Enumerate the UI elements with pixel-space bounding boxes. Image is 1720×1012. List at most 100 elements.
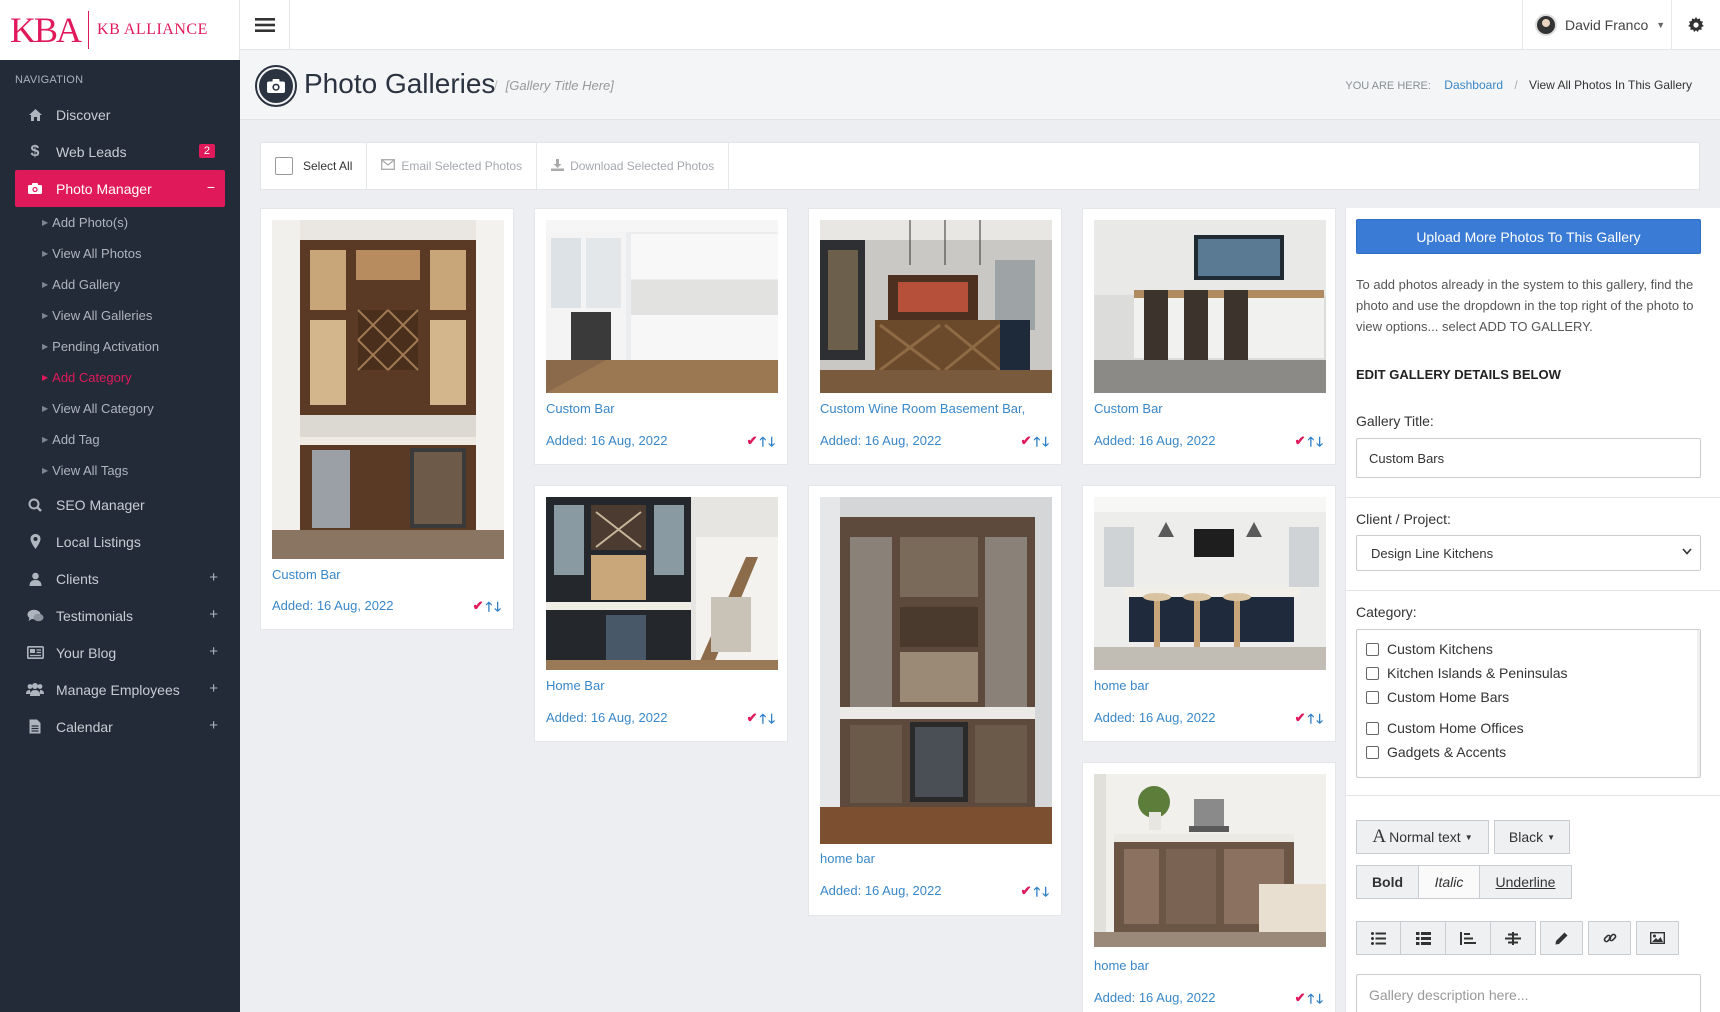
arrow-down-icon[interactable]: 🡓 (1316, 433, 1323, 455)
list-format-group (1356, 921, 1536, 955)
sub-item-pending-activation[interactable]: ▶ Pending Activation (0, 331, 240, 362)
plus-icon[interactable]: + (209, 717, 218, 734)
caret-right-icon: ▶ (42, 342, 49, 351)
sub-item-add-category[interactable]: ▶ Add Category (0, 362, 240, 393)
arrow-up-icon[interactable]: 🡑 (759, 710, 766, 732)
plus-icon[interactable]: + (209, 606, 218, 623)
select-all-checkbox[interactable]: Select All (261, 143, 368, 189)
sidebar-item-manage-employees[interactable]: Manage Employees + (0, 671, 240, 708)
sidebar-item-your-blog[interactable]: Your Blog + (0, 634, 240, 671)
arrow-down-icon[interactable]: 🡓 (1316, 990, 1323, 1012)
plus-icon[interactable]: + (209, 680, 218, 697)
font-color-dropdown[interactable]: Black ▼ (1494, 820, 1570, 854)
arrow-down-icon[interactable]: 🡓 (1042, 883, 1049, 905)
breadcrumb-dashboard-link[interactable]: Dashboard (1444, 78, 1503, 92)
check-icon[interactable]: ✔ (747, 710, 758, 732)
photo-thumbnail[interactable] (1094, 774, 1326, 947)
category-checkbox[interactable]: Gadgets & Accents (1366, 744, 1506, 760)
photo-caption[interactable]: Custom Bar (546, 401, 615, 416)
arrow-down-icon[interactable]: 🡓 (1316, 710, 1323, 732)
font-size-dropdown[interactable]: A Normal text ▼ (1356, 820, 1489, 854)
sub-item-view-all-tags[interactable]: ▶ View All Tags (0, 455, 240, 486)
check-icon[interactable]: ✔ (1295, 990, 1306, 1012)
outdent-icon[interactable] (1446, 921, 1491, 955)
collapse-icon[interactable]: − (207, 179, 215, 195)
arrow-down-icon[interactable]: 🡓 (768, 710, 775, 732)
photo-thumbnail[interactable] (272, 220, 504, 559)
sub-item-add-tag[interactable]: ▶ Add Tag (0, 424, 240, 455)
sub-item-view-all-photos[interactable]: ▶ View All Photos (0, 238, 240, 269)
arrow-down-icon[interactable]: 🡓 (768, 433, 775, 455)
user-menu[interactable]: David Franco ▼ (1522, 0, 1672, 50)
photo-caption[interactable]: Home Bar (546, 678, 605, 693)
scrollbar[interactable] (1697, 630, 1700, 777)
photo-caption[interactable]: home bar (1094, 958, 1149, 973)
sidebar-item-calendar[interactable]: Calendar + (0, 708, 240, 745)
arrow-down-icon[interactable]: 🡓 (494, 598, 501, 620)
check-icon[interactable]: ✔ (1295, 433, 1306, 455)
client-project-select[interactable]: Design Line Kitchens (1356, 535, 1701, 571)
photo-caption[interactable]: Custom Bar (272, 567, 341, 582)
plus-icon[interactable]: + (209, 569, 218, 586)
sidebar-item-clients[interactable]: Clients + (0, 560, 240, 597)
sidebar-item-local-listings[interactable]: Local Listings (0, 523, 240, 560)
photo-thumbnail[interactable] (820, 220, 1052, 393)
gallery-title-input[interactable] (1356, 438, 1701, 478)
pencil-icon[interactable] (1540, 921, 1583, 955)
link-icon[interactable] (1588, 921, 1631, 955)
arrow-up-icon[interactable]: 🡑 (1307, 433, 1314, 455)
sidebar-item-testimonials[interactable]: Testimonials + (0, 597, 240, 634)
indent-icon[interactable] (1491, 921, 1536, 955)
sub-item-view-all-galleries[interactable]: ▶ View All Galleries (0, 300, 240, 331)
photo-caption[interactable]: Custom Wine Room Basement Bar, (820, 401, 1025, 416)
bullet-list-icon[interactable] (1356, 921, 1401, 955)
category-checkbox[interactable]: Custom Kitchens (1366, 641, 1493, 657)
image-icon[interactable] (1636, 921, 1679, 955)
category-checkbox[interactable]: Custom Home Offices (1366, 720, 1524, 736)
plus-icon[interactable]: + (209, 643, 218, 660)
download-selected-button[interactable]: Download Selected Photos (537, 143, 730, 189)
bold-button[interactable]: Bold (1356, 865, 1419, 899)
arrow-up-icon[interactable]: 🡑 (759, 433, 766, 455)
photo-thumbnail[interactable] (1094, 497, 1326, 670)
sidebar-item-photo-manager[interactable]: Photo Manager − (15, 170, 225, 207)
sidebar-item-web-leads[interactable]: $ Web Leads 2 (0, 133, 240, 170)
check-icon[interactable]: ✔ (1021, 433, 1032, 455)
arrow-up-icon[interactable]: 🡑 (1033, 433, 1040, 455)
gear-icon[interactable] (1672, 0, 1720, 50)
check-icon[interactable]: ✔ (1295, 710, 1306, 732)
arrow-up-icon[interactable]: 🡑 (1307, 990, 1314, 1012)
logo[interactable]: KBA KB ALLIANCE (0, 0, 240, 60)
photo-thumbnail[interactable] (1094, 220, 1326, 393)
photo-card: Custom Wine Room Basement Bar, Added: 16… (808, 208, 1062, 465)
sub-item-add-gallery[interactable]: ▶ Add Gallery (0, 269, 240, 300)
check-icon[interactable]: ✔ (1021, 883, 1032, 905)
check-icon[interactable]: ✔ (747, 433, 758, 455)
photo-thumbnail[interactable] (546, 220, 778, 393)
upload-more-photos-button[interactable]: Upload More Photos To This Gallery (1356, 219, 1701, 254)
email-selected-button[interactable]: Email Selected Photos (367, 143, 538, 189)
photo-caption[interactable]: home bar (820, 851, 875, 866)
gallery-description-input[interactable]: Gallery description here... (1356, 974, 1701, 1012)
arrow-down-icon[interactable]: 🡓 (1042, 433, 1049, 455)
check-icon[interactable]: ✔ (473, 598, 484, 620)
sidebar-item-seo-manager[interactable]: SEO Manager (0, 486, 240, 523)
category-checkbox[interactable]: Custom Home Bars (1366, 689, 1509, 705)
checkbox[interactable] (275, 157, 293, 175)
hamburger-menu-icon[interactable] (240, 0, 290, 50)
underline-button[interactable]: Underline (1480, 865, 1572, 899)
arrow-up-icon[interactable]: 🡑 (1307, 710, 1314, 732)
photo-caption[interactable]: Custom Bar (1094, 401, 1163, 416)
arrow-up-icon[interactable]: 🡑 (485, 598, 492, 620)
photo-thumbnail[interactable] (820, 497, 1052, 844)
italic-button[interactable]: Italic (1419, 865, 1480, 899)
arrow-up-icon[interactable]: 🡑 (1033, 883, 1040, 905)
sub-item-view-all-category[interactable]: ▶ View All Category (0, 393, 240, 424)
photo-caption[interactable]: home bar (1094, 678, 1149, 693)
sub-item-add-photos[interactable]: ▶ Add Photo(s) (0, 207, 240, 238)
photo-thumbnail[interactable] (546, 497, 778, 670)
category-checkbox[interactable]: Kitchen Islands & Peninsulas (1366, 665, 1568, 681)
photo-date: Added: 16 Aug, 2022 (1094, 433, 1216, 448)
numbered-list-icon[interactable] (1401, 921, 1446, 955)
sidebar-item-discover[interactable]: Discover (0, 96, 240, 133)
